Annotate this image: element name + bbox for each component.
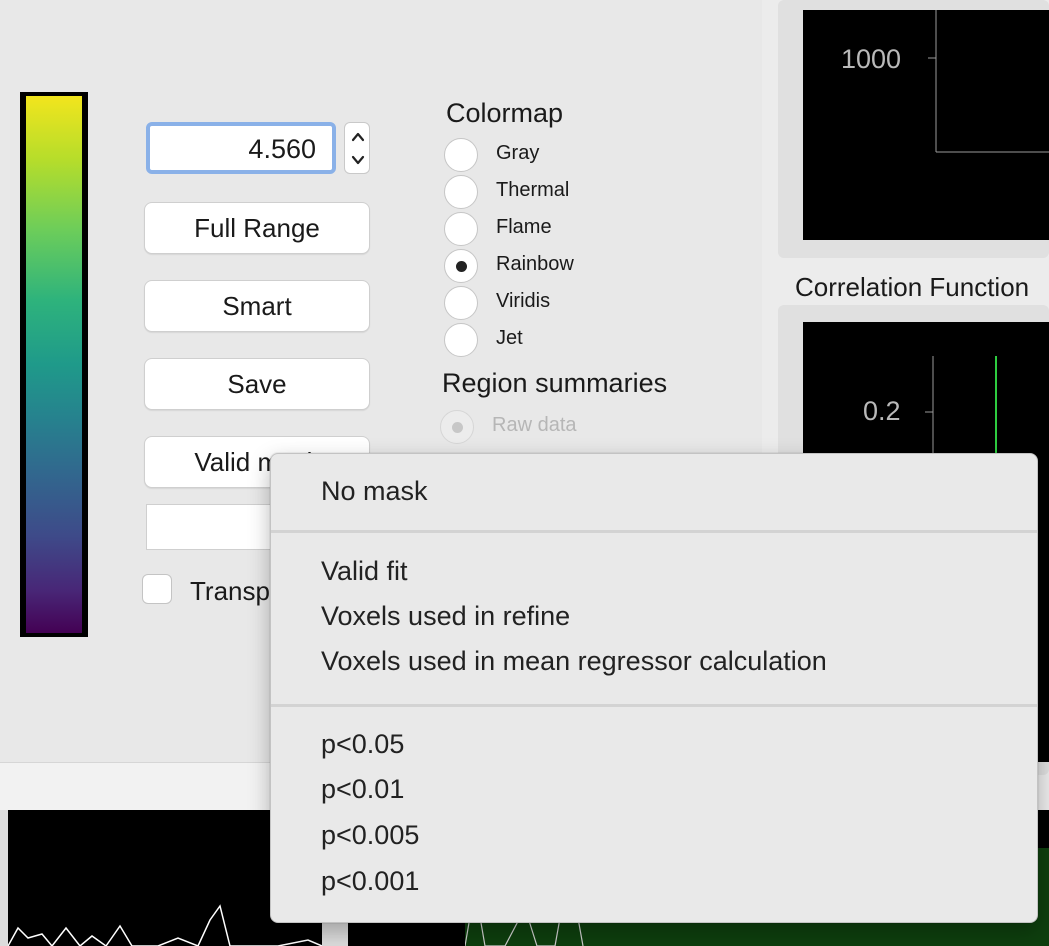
radio-button-selected[interactable] <box>444 249 478 283</box>
transparency-checkbox[interactable] <box>142 574 172 604</box>
transparency-label: Transp <box>190 576 270 606</box>
menu-item-voxels-mean-regressor[interactable]: Voxels used in mean regressor calculatio… <box>321 646 827 677</box>
menu-item-p-0-05[interactable]: p<0.05 <box>321 729 404 760</box>
stepper-down-icon[interactable] <box>350 152 366 168</box>
region-summaries-title: Region summaries <box>442 368 668 398</box>
radio-label: Gray <box>496 142 540 164</box>
colorbar <box>20 92 88 637</box>
histogram-axes <box>928 10 1049 153</box>
radio-label: Flame <box>496 216 552 238</box>
menu-item-no-mask[interactable]: No mask <box>321 476 428 507</box>
radio-button[interactable] <box>444 175 478 209</box>
max-value-stepper[interactable] <box>344 122 370 174</box>
menu-item-p-0-005[interactable]: p<0.005 <box>321 820 419 851</box>
smart-button[interactable]: Smart <box>144 280 370 332</box>
radio-button[interactable] <box>444 286 478 320</box>
radio-button[interactable] <box>444 138 478 172</box>
valid-mask-menu[interactable]: No mask Valid fit Voxels used in refine … <box>270 453 1038 923</box>
save-button[interactable]: Save <box>144 358 370 410</box>
max-value-field[interactable]: 4.560 <box>146 122 336 174</box>
menu-item-p-0-001[interactable]: p<0.001 <box>321 866 419 897</box>
menu-item-p-0-01[interactable]: p<0.01 <box>321 774 404 805</box>
full-range-button[interactable]: Full Range <box>144 202 370 254</box>
radio-label: Raw data <box>492 414 577 436</box>
radio-button-disabled <box>440 410 474 444</box>
stepper-up-icon[interactable] <box>350 129 366 145</box>
menu-item-voxels-refine[interactable]: Voxels used in refine <box>321 601 570 632</box>
radio-label: Rainbow <box>496 253 574 275</box>
histogram-plot: 1000 <box>803 10 1049 240</box>
menu-separator <box>271 704 1037 707</box>
radio-button[interactable] <box>444 212 478 246</box>
radio-label: Thermal <box>496 179 570 201</box>
colorbar-gradient <box>26 96 82 633</box>
correlation-function-title: Correlation Function <box>795 272 1030 302</box>
menu-item-valid-fit[interactable]: Valid fit <box>321 556 408 587</box>
radio-label: Viridis <box>496 290 551 312</box>
menu-separator <box>271 530 1037 533</box>
radio-label: Jet <box>496 327 523 349</box>
radio-button[interactable] <box>444 323 478 357</box>
colormap-title: Colormap <box>446 98 564 128</box>
